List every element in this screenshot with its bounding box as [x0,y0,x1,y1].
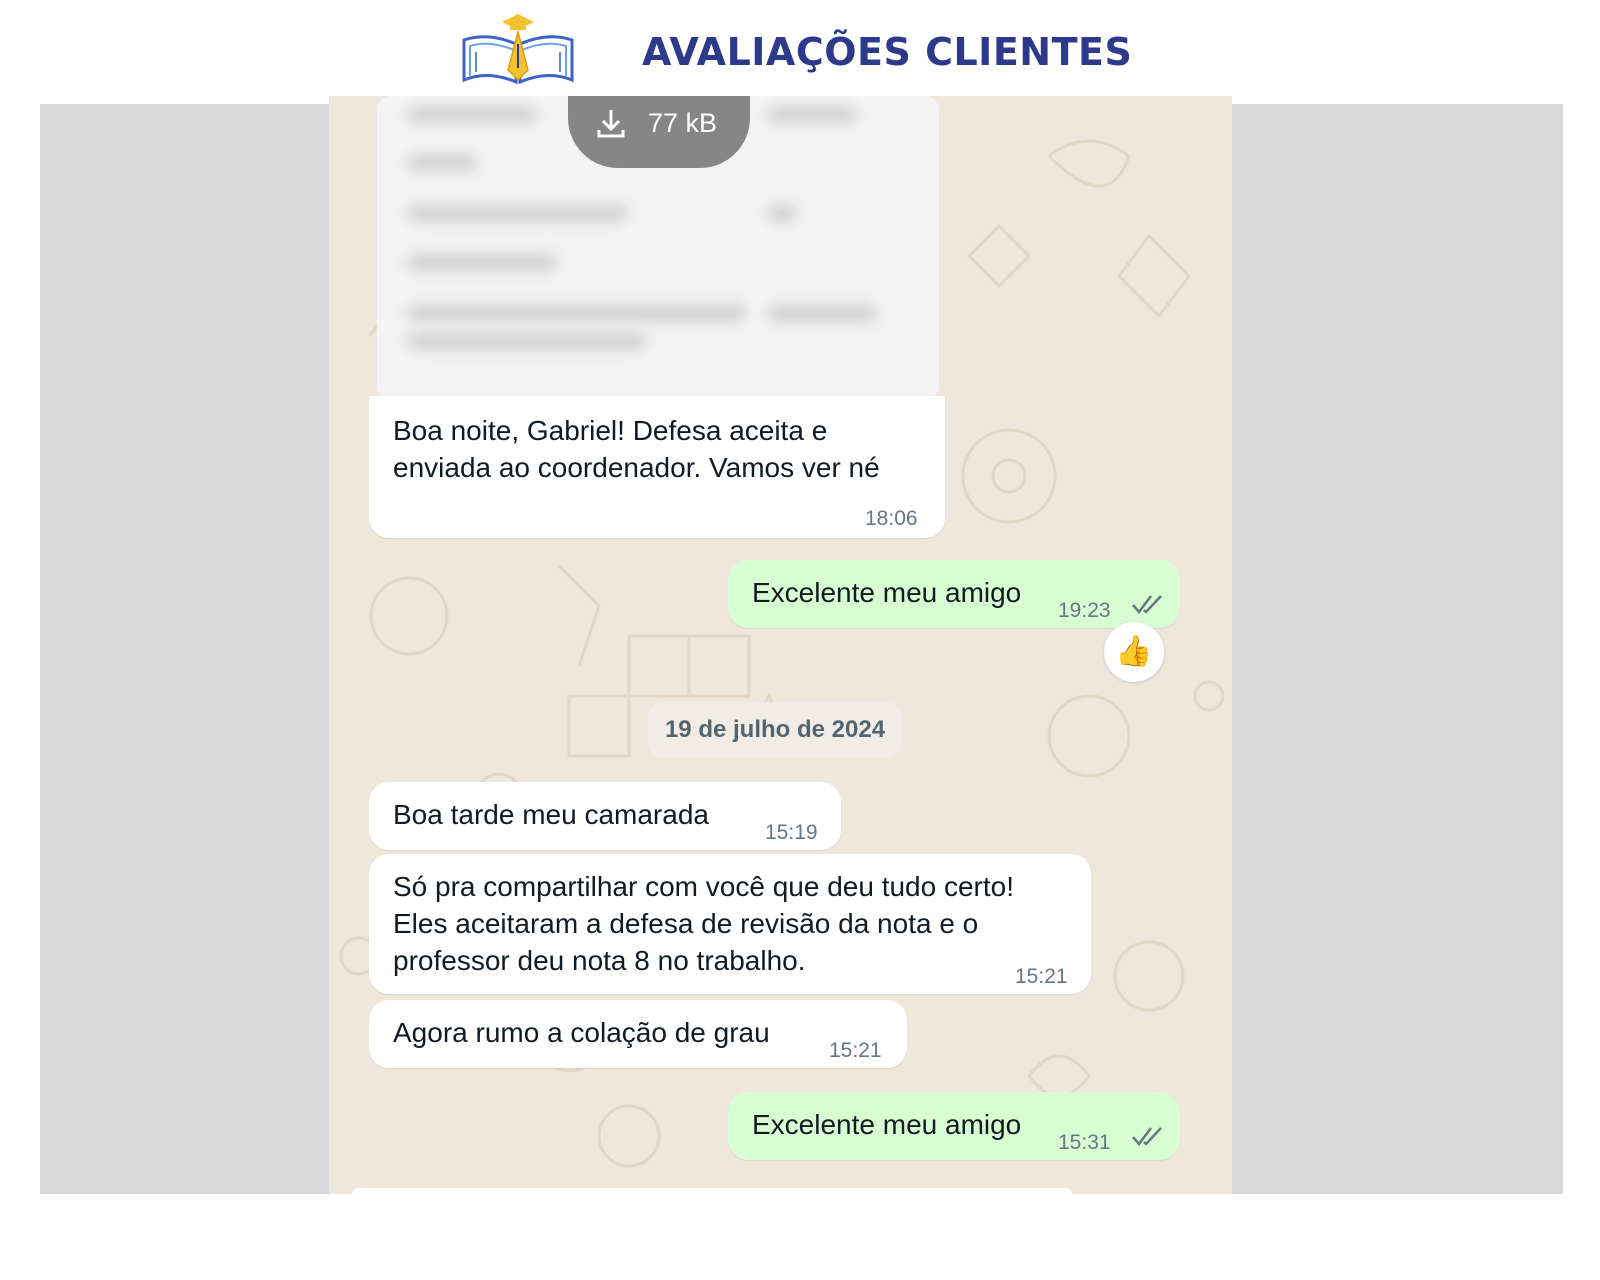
message-bubble-outgoing[interactable]: Excelente meu amigo 19:23 [728,560,1180,628]
download-button[interactable]: 77 kB [568,96,750,168]
message-text: Excelente meu amigo [752,577,1022,608]
download-icon [597,110,625,138]
message-text-line: Só pra compartilhar com você que deu tud… [393,871,1015,902]
message-text-line: professor deu nota 8 no trabalho. [393,945,806,976]
book-pen-graduation-cap-logo [462,14,574,85]
message-bubble-incoming[interactable]: Agora rumo a colação de grau 15:21 [369,1000,907,1068]
message-time: 15:31 [1058,1131,1111,1154]
page-title: AVALIAÇÕES CLIENTES [642,30,1133,74]
partial-bubble-edge [352,1188,1072,1194]
thumbs-up-reaction[interactable]: 👍 [1104,622,1164,682]
message-text: Agora rumo a colação de grau [393,1017,770,1048]
message-text: Boa tarde meu camarada [393,799,709,830]
message-bubble-outgoing[interactable]: Excelente meu amigo 15:31 [728,1092,1180,1160]
message-text-line: enviada ao coordenador. Vamos ver né [393,452,880,483]
date-separator: 19 de julho de 2024 [648,702,902,758]
message-bubble-incoming[interactable]: Boa noite, Gabriel! Defesa aceita e envi… [369,396,945,538]
message-time: 15:19 [765,821,818,844]
page-header: AVALIAÇÕES CLIENTES [0,0,1600,104]
message-text-line: Eles aceitaram a defesa de revisão da no… [393,908,979,939]
message-time: 18:06 [865,507,918,530]
message-bubble-incoming[interactable]: Boa tarde meu camarada 15:19 [369,782,841,850]
message-time: 15:21 [1015,965,1068,988]
message-time: 15:21 [829,1039,882,1062]
read-ticks-icon [1132,595,1162,614]
message-text-line: Boa noite, Gabriel! Defesa aceita e [393,415,828,446]
file-size: 77 kB [648,108,718,138]
message-time: 19:23 [1058,599,1111,622]
read-ticks-icon [1132,1127,1162,1146]
message-text: Excelente meu amigo [752,1109,1022,1140]
message-bubble-incoming[interactable]: Só pra compartilhar com você que deu tud… [369,854,1091,994]
